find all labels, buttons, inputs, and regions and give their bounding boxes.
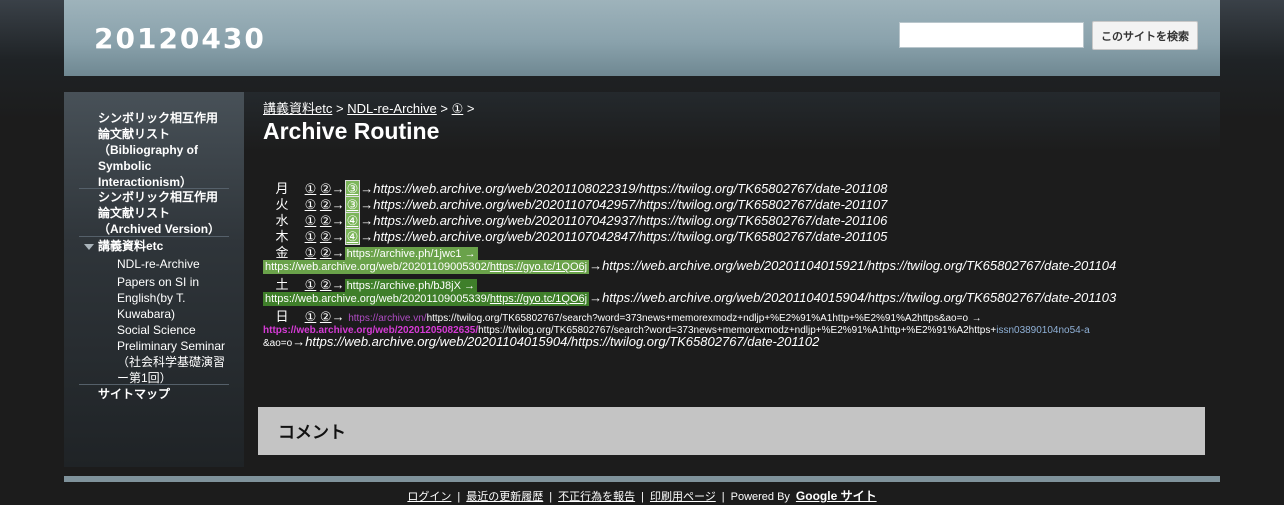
- sidebar-divider: [79, 384, 229, 385]
- routine-row-fri-cont: https://web.archive.org/web/202011090053…: [263, 258, 1117, 274]
- routine-row-sun-cont2: &ao=o→https://web.archive.org/web/202011…: [263, 334, 819, 349]
- footer-sep: |: [457, 491, 461, 503]
- sidebar-item-bibliography[interactable]: シンボリック相互作用 論文献リスト （Bibliography of Symbo…: [98, 110, 218, 190]
- breadcrumb: 講義資料etc > NDL-re-Archive > ① >: [263, 98, 474, 117]
- sidebar-item-lecture[interactable]: 講義資料etc: [98, 238, 163, 254]
- breadcrumb-link-1[interactable]: ①: [452, 101, 464, 116]
- wayback-link[interactable]: https://web.archive.org/web/202011090053…: [263, 260, 590, 274]
- sidebar-item-label: シンボリック相互作用: [98, 111, 219, 125]
- page-wrapper: シンボリック相互作用 論文献リスト （Bibliography of Symbo…: [64, 92, 1220, 467]
- issn-link[interactable]: issn03890104no54-a: [996, 325, 1089, 336]
- sidebar-item-label: Social Science: [117, 323, 196, 337]
- footer-sep: |: [641, 491, 644, 503]
- expand-triangle-icon[interactable]: [84, 244, 94, 250]
- sidebar-item-label: シンボリック相互作用: [98, 190, 219, 204]
- wayback-prefix: https://web.archive.org/web/202011090053…: [265, 261, 490, 273]
- sidebar-item-label: Papers on SI in: [117, 275, 200, 289]
- sidebar-item-seminar[interactable]: Social Science Preliminary Seminar （社会科学…: [117, 322, 225, 386]
- arrow: →: [292, 334, 306, 349]
- wayback-link[interactable]: https://web.archive.org/web/202011090053…: [263, 292, 590, 306]
- sidebar-item-label: English(by T.: [117, 291, 186, 305]
- sidebar-item-label: 論文献リスト: [98, 206, 171, 220]
- footer-sep: |: [721, 491, 725, 503]
- breadcrumb-sep: >: [466, 101, 475, 116]
- sidebar-item-ndl-re-archive[interactable]: NDL-re-Archive: [117, 256, 200, 272]
- footer-recent-changes-link[interactable]: 最近の更新履歴: [466, 491, 543, 503]
- gyo-link[interactable]: https://gyo.tc/1QO6j: [490, 293, 587, 305]
- breadcrumb-link-lecture[interactable]: 講義資料etc: [263, 101, 332, 116]
- archive-url: https://web.archive.org/web/202011040159…: [305, 334, 820, 349]
- search-button[interactable]: このサイトを検索: [1092, 21, 1198, 50]
- sidebar-item-label: Kuwabara): [117, 307, 176, 321]
- sidebar-item-sitemap[interactable]: サイトマップ: [98, 386, 170, 402]
- footer-print-link[interactable]: 印刷用ページ: [650, 491, 716, 503]
- page-title: Archive Routine: [263, 118, 440, 144]
- footer-google-sites-link[interactable]: Google サイト: [796, 489, 877, 503]
- footer-login-link[interactable]: ログイン: [407, 491, 451, 503]
- sidebar-nav: シンボリック相互作用 論文献リスト （Bibliography of Symbo…: [64, 92, 244, 467]
- site-header: 20120430 このサイトを検索: [64, 0, 1220, 76]
- sidebar-item-label: 論文献リスト: [98, 127, 171, 141]
- breadcrumb-sep: >: [335, 101, 344, 116]
- sidebar-item-label: （Archived Version）: [98, 222, 221, 236]
- main-content: 講義資料etc > NDL-re-Archive > ① > Archive R…: [244, 92, 1220, 467]
- comments-title: コメント: [278, 423, 346, 442]
- archive-url: https://web.archive.org/web/202011040159…: [602, 258, 1117, 273]
- footer-powered-by: Powered By: [730, 491, 790, 503]
- sidebar-divider: [79, 236, 229, 237]
- search-input[interactable]: [899, 22, 1084, 48]
- arrow: →: [589, 290, 603, 305]
- sidebar-item-label: （Bibliography of: [98, 143, 198, 157]
- footer-report-abuse-link[interactable]: 不正行為を報告: [558, 491, 635, 503]
- archive-url: https://web.archive.org/web/202011040159…: [602, 290, 1117, 305]
- site-footer: ログイン | 最近の更新履歴 | 不正行為を報告 | 印刷用ページ | Powered By Go…: [0, 487, 1284, 504]
- sidebar-item-papers-on-si[interactable]: Papers on SI in English(by T. Kuwabara): [117, 274, 199, 322]
- sidebar-item-label: Symbolic: [98, 159, 152, 173]
- sidebar-item-archived-version[interactable]: シンボリック相互作用 論文献リスト （Archived Version）: [98, 189, 220, 237]
- arrow: →: [589, 258, 603, 273]
- sidebar-item-label: Preliminary Seminar: [117, 339, 226, 353]
- comments-section: コメント: [258, 407, 1205, 455]
- routine-row-sat-cont: https://web.archive.org/web/202011090053…: [263, 290, 1117, 306]
- breadcrumb-sep: >: [440, 101, 448, 116]
- site-title[interactable]: 20120430: [94, 22, 266, 55]
- breadcrumb-link-ndl[interactable]: NDL-re-Archive: [347, 101, 437, 116]
- sidebar-item-label: （社会科学基礎演習: [117, 355, 226, 369]
- footer-divider: [64, 476, 1220, 482]
- wayback-prefix: https://web.archive.org/web/202011090053…: [265, 293, 490, 305]
- gyo-link[interactable]: https://gyo.tc/1QO6j: [490, 261, 587, 273]
- footer-sep: |: [549, 491, 553, 503]
- search-url-text: &ao=o: [263, 338, 293, 349]
